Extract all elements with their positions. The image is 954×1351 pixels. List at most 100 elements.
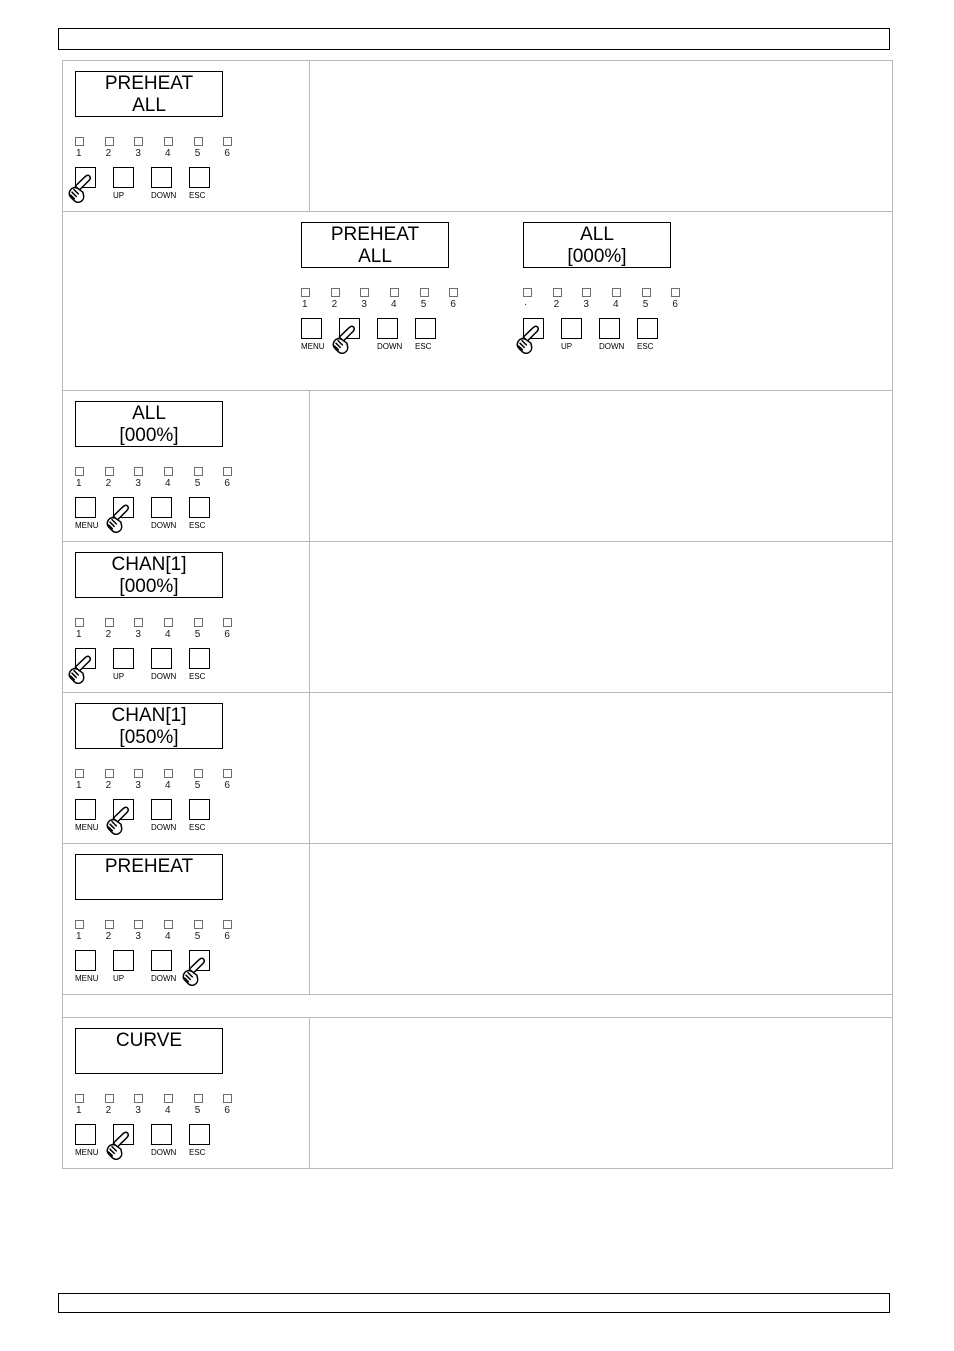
lcd-line-2: ALL xyxy=(358,246,392,267)
button-key-up[interactable] xyxy=(113,167,134,188)
button-key-up[interactable] xyxy=(106,799,134,836)
spacer-text xyxy=(63,995,892,1005)
button-label: MENU xyxy=(75,1148,99,1157)
button-key-up[interactable] xyxy=(106,1124,134,1161)
button-key-esc[interactable] xyxy=(182,950,210,987)
button-down[interactable]: DOWN xyxy=(151,648,189,682)
button-key-down[interactable] xyxy=(151,1124,172,1145)
led-label: 6 xyxy=(672,299,678,310)
button-key-menu[interactable] xyxy=(75,799,96,820)
led-label: 5 xyxy=(420,299,427,310)
button-up[interactable]: UP xyxy=(113,950,151,984)
button-up[interactable]: UP xyxy=(113,167,151,201)
button-up[interactable]: UP xyxy=(106,1124,151,1161)
button-down[interactable]: DOWN xyxy=(151,167,189,201)
button-up[interactable]: UP xyxy=(332,318,377,355)
lcd-display: CURVE xyxy=(75,1028,223,1074)
button-menu[interactable]: MENU xyxy=(516,318,561,355)
led-label: 3 xyxy=(135,629,141,640)
button-key-up[interactable] xyxy=(561,318,582,339)
button-down[interactable]: DOWN xyxy=(151,1124,189,1158)
led-box-icon xyxy=(523,288,532,297)
button-menu[interactable]: MENU xyxy=(75,497,113,531)
button-key-esc[interactable] xyxy=(415,318,436,339)
led-indicator-2: 2 xyxy=(104,467,135,490)
button-key-menu[interactable] xyxy=(68,167,96,204)
button-up[interactable]: UP xyxy=(106,799,151,836)
led-box-icon xyxy=(164,769,174,778)
button-menu[interactable]: MENU xyxy=(75,799,113,833)
button-key-up[interactable] xyxy=(113,648,134,669)
led-label: 3 xyxy=(135,148,141,159)
button-key-esc[interactable] xyxy=(189,648,210,669)
led-label: 6 xyxy=(450,299,456,310)
controller-panel-2a: PREHEATALL 1 2 3 4 5 6 MENU UPDOWN ESC xyxy=(289,212,479,362)
led-box-icon xyxy=(134,467,144,476)
button-esc[interactable]: ESC xyxy=(182,950,227,987)
button-label: DOWN xyxy=(151,672,177,681)
button-menu[interactable]: MENU xyxy=(301,318,339,352)
button-key-down[interactable] xyxy=(151,167,172,188)
button-key-menu[interactable] xyxy=(301,318,322,339)
button-menu[interactable]: MENU xyxy=(75,1124,113,1158)
button-menu[interactable]: MENU xyxy=(68,167,113,204)
button-menu[interactable]: MENU xyxy=(68,648,113,685)
lcd-line-1: PREHEAT xyxy=(104,856,194,877)
button-key-esc[interactable] xyxy=(189,497,210,518)
button-down[interactable]: DOWN xyxy=(151,799,189,833)
button-key-up[interactable] xyxy=(332,318,360,355)
button-key-down[interactable] xyxy=(151,799,172,820)
led-label: · xyxy=(524,299,528,310)
button-esc[interactable]: ESC xyxy=(189,799,227,833)
button-down[interactable]: DOWN xyxy=(151,497,189,531)
button-key-menu[interactable] xyxy=(75,1124,96,1145)
button-esc[interactable]: ESC xyxy=(189,167,227,201)
led-label: 5 xyxy=(194,148,201,159)
button-key-down[interactable] xyxy=(151,497,172,518)
led-box-icon xyxy=(104,920,114,929)
led-box-icon xyxy=(104,769,114,778)
led-indicator-4: 4 xyxy=(612,288,642,311)
button-label: ESC xyxy=(189,823,206,832)
button-up[interactable]: UP xyxy=(561,318,599,352)
button-esc[interactable]: ESC xyxy=(415,318,453,352)
led-box-icon xyxy=(582,288,592,297)
button-key-esc[interactable] xyxy=(189,1124,210,1145)
button-key-menu[interactable] xyxy=(75,950,96,971)
button-key-down[interactable] xyxy=(599,318,620,339)
button-label: ESC xyxy=(415,342,432,351)
button-key-down[interactable] xyxy=(151,648,172,669)
button-menu[interactable]: MENU xyxy=(75,950,113,984)
controller-panel-6: PREHEAT 1 2 3 4 5 6 MENU UP DOWN ESC xyxy=(63,844,253,994)
led-label: 3 xyxy=(135,780,141,791)
button-esc[interactable]: ESC xyxy=(189,648,227,682)
button-key-menu[interactable] xyxy=(75,497,96,518)
button-key-up[interactable] xyxy=(113,950,134,971)
page-footer-bar xyxy=(58,1293,890,1313)
button-key-esc[interactable] xyxy=(189,799,210,820)
led-indicator-row: 1 2 3 4 5 6 xyxy=(75,769,253,792)
button-key-down[interactable] xyxy=(377,318,398,339)
button-esc[interactable]: ESC xyxy=(637,318,675,352)
button-key-esc[interactable] xyxy=(637,318,658,339)
button-esc[interactable]: ESC xyxy=(189,1124,227,1158)
button-key-menu[interactable] xyxy=(68,648,96,685)
button-up[interactable]: UP xyxy=(106,497,151,534)
button-key-down[interactable] xyxy=(151,950,172,971)
button-down[interactable]: DOWN xyxy=(599,318,637,352)
button-row: MENU UPDOWN ESC xyxy=(75,1124,253,1161)
led-label: 6 xyxy=(224,780,230,791)
controller-panel-1: PREHEATALL 1 2 3 4 5 6 MENUUP DOWN ESC xyxy=(63,61,253,211)
led-label: 3 xyxy=(135,931,141,942)
led-indicator-5: 5 xyxy=(193,920,224,943)
button-key-menu[interactable] xyxy=(516,318,544,355)
button-down[interactable]: DOWN xyxy=(151,950,189,984)
led-indicator-1: 1 xyxy=(75,1094,105,1117)
button-esc[interactable]: ESC xyxy=(189,497,227,531)
lcd-line-1: PREHEAT xyxy=(104,73,194,94)
button-key-esc[interactable] xyxy=(189,167,210,188)
button-down[interactable]: DOWN xyxy=(377,318,415,352)
table-row: CURVE 1 2 3 4 5 6 MENU UPDOWN ESC xyxy=(62,1017,893,1169)
button-up[interactable]: UP xyxy=(113,648,151,682)
button-key-up[interactable] xyxy=(106,497,134,534)
